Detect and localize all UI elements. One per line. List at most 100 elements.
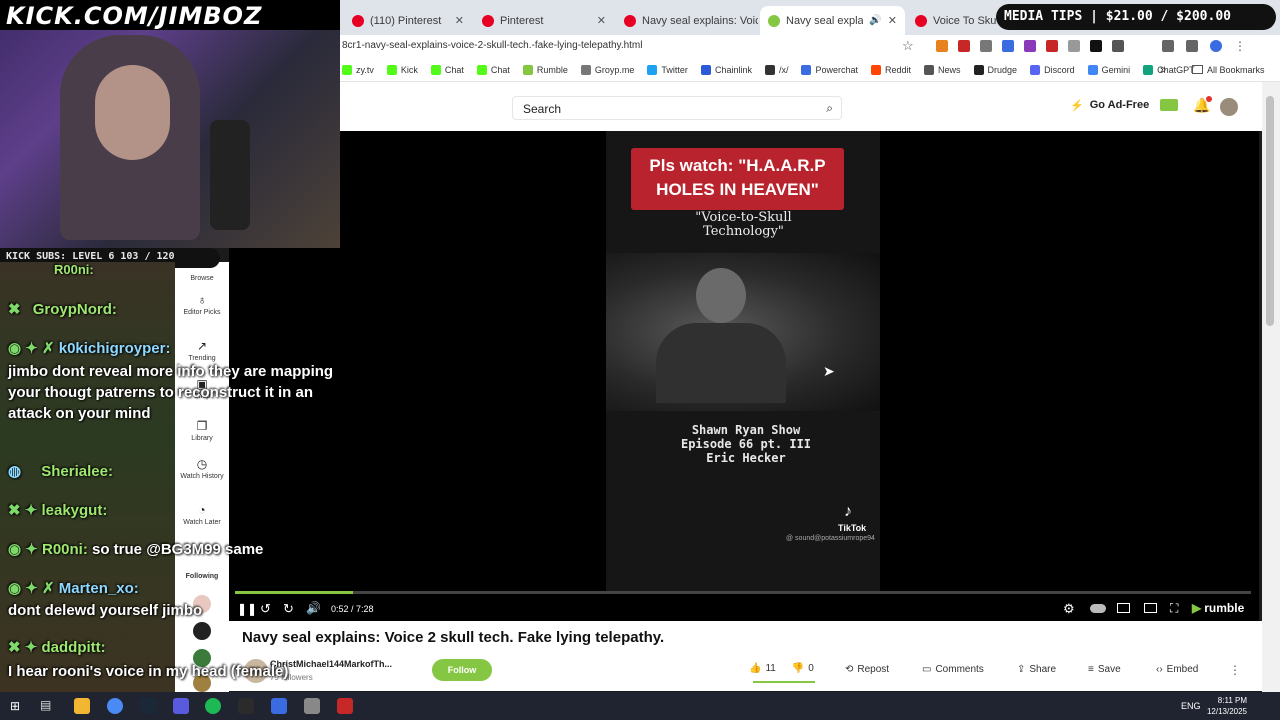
bookmark-item[interactable]: Gemini bbox=[1087, 65, 1130, 75]
upload-video-icon[interactable] bbox=[1160, 99, 1178, 111]
autoplay-toggle[interactable] bbox=[1090, 604, 1106, 613]
follow-button[interactable]: Follow bbox=[432, 659, 492, 681]
bookmark-item[interactable]: Powerchat bbox=[801, 65, 858, 75]
progress-track[interactable] bbox=[235, 591, 1251, 594]
bookmark-item[interactable]: Drudge bbox=[973, 65, 1017, 75]
chat-line: R00ni: bbox=[8, 262, 94, 277]
app-icon[interactable] bbox=[337, 698, 353, 714]
url-text[interactable]: 8cr1-navy-seal-explains-voice-2-skull-te… bbox=[342, 40, 642, 51]
bookmark-icon bbox=[476, 65, 487, 75]
bookmark-item[interactable]: Chat bbox=[430, 65, 464, 75]
thumbs-down-icon[interactable]: 👎 bbox=[792, 663, 804, 674]
bookmark-item[interactable]: Chainlink bbox=[700, 65, 752, 75]
bookmark-item[interactable]: /x/ bbox=[764, 65, 788, 75]
bookmark-item[interactable]: Reddit bbox=[871, 65, 911, 75]
close-icon[interactable]: ✕ bbox=[597, 14, 606, 27]
comments-button[interactable]: ▭ Comments bbox=[922, 664, 984, 675]
chrome-icon[interactable] bbox=[107, 698, 123, 714]
streamer-face bbox=[95, 65, 170, 160]
chat-text: so true @BG3M99 same bbox=[87, 541, 264, 558]
page-scrollbar[interactable] bbox=[1262, 82, 1280, 692]
extension-icon[interactable] bbox=[1046, 40, 1058, 52]
steam-icon[interactable] bbox=[140, 698, 156, 714]
share-button[interactable]: ⇪ Share bbox=[1017, 664, 1056, 675]
bookmark-item[interactable]: Chat bbox=[476, 65, 510, 75]
x-icon[interactable] bbox=[1090, 40, 1102, 52]
address-bar[interactable]: 8cr1-navy-seal-explains-voice-2-skull-te… bbox=[340, 35, 1280, 59]
more-icon[interactable]: ⋮ bbox=[1229, 663, 1241, 677]
chevron-right-icon[interactable]: » bbox=[1160, 64, 1166, 76]
discord-icon[interactable] bbox=[173, 698, 189, 714]
bookmark-item[interactable]: Rumble bbox=[522, 65, 568, 75]
star-icon[interactable]: ☆ bbox=[902, 38, 914, 54]
repost-button[interactable]: ⟲ Repost bbox=[845, 664, 889, 675]
app-icon[interactable] bbox=[304, 698, 320, 714]
bookmark-icon bbox=[522, 65, 533, 75]
app-icon[interactable] bbox=[238, 698, 254, 714]
tab-navy-seal-active[interactable]: Navy seal explains: Voi 🔊 ✕ bbox=[760, 6, 905, 35]
menu-icon[interactable]: ⋮ bbox=[1234, 40, 1246, 52]
tab-pinterest-2[interactable]: Pinterest ✕ bbox=[474, 6, 614, 35]
go-ad-free-button[interactable]: ⚡ Go Ad-Free bbox=[1070, 99, 1149, 112]
language-indicator[interactable]: ENG bbox=[1181, 701, 1201, 711]
extension-icon[interactable] bbox=[1068, 40, 1080, 52]
bookmark-item[interactable]: News bbox=[924, 65, 961, 75]
bookmark-item[interactable]: Groyp.me bbox=[580, 65, 635, 75]
video-credits: Shawn Ryan Show Episode 66 pt. III Eric … bbox=[646, 423, 846, 465]
search-input[interactable]: Search ⌕ bbox=[512, 96, 842, 120]
tab-navy-seal-1[interactable]: Navy seal explains: Voice 2 ✕ bbox=[616, 6, 758, 35]
windows-start-icon[interactable]: ⊞ bbox=[10, 699, 20, 713]
extension-icon[interactable] bbox=[1002, 40, 1014, 52]
metamask-icon[interactable] bbox=[936, 40, 948, 52]
bookmark-item[interactable]: zy.tv bbox=[342, 65, 374, 75]
close-icon[interactable]: ✕ bbox=[888, 14, 897, 27]
pinterest-icon bbox=[915, 14, 927, 27]
bookmark-label: Groyp.me bbox=[594, 65, 635, 75]
pip-icon[interactable] bbox=[1117, 603, 1130, 613]
tab-voice-to-skull[interactable]: Voice To Skull bbox=[907, 6, 997, 35]
save-button[interactable]: ≡ Save bbox=[1088, 664, 1121, 675]
video-player[interactable]: Pls watch: "H.A.A.R.P HOLES IN HEAVEN" "… bbox=[229, 131, 1259, 621]
extension-icon[interactable] bbox=[1024, 40, 1036, 52]
extension-icon[interactable] bbox=[980, 40, 992, 52]
bookmark-item[interactable]: Discord bbox=[1030, 65, 1075, 75]
bookmark-item[interactable]: Kick bbox=[386, 65, 418, 75]
rumble-header: Search ⌕ ⚡ Go Ad-Free 🔔 bbox=[340, 82, 1262, 131]
task-view-icon[interactable]: ▤ bbox=[40, 698, 51, 712]
bookmark-label: zy.tv bbox=[356, 65, 374, 75]
extension-icons bbox=[936, 40, 1124, 52]
clock[interactable]: 8:11 PM 12/13/2025 bbox=[1205, 695, 1247, 717]
bookmark-item[interactable]: ChatGPT bbox=[1143, 65, 1195, 75]
media-icon[interactable] bbox=[1186, 40, 1198, 52]
bookmark-label: Chainlink bbox=[714, 65, 752, 75]
person-body bbox=[656, 323, 786, 403]
extension-icon[interactable] bbox=[958, 40, 970, 52]
avatar[interactable] bbox=[1220, 98, 1238, 116]
sidepanel-icon[interactable] bbox=[1162, 40, 1174, 52]
all-bookmarks[interactable]: All Bookmarks bbox=[1192, 65, 1265, 75]
file-explorer-icon[interactable] bbox=[74, 698, 90, 714]
rumble-logo[interactable]: ▶ rumble bbox=[1192, 601, 1244, 615]
close-icon[interactable]: ✕ bbox=[455, 14, 464, 27]
speaker-icon[interactable]: 🔊 bbox=[869, 15, 881, 26]
scrollbar-thumb[interactable] bbox=[1266, 96, 1274, 326]
embed-button[interactable]: ‹› Embed bbox=[1156, 664, 1198, 675]
app-icon[interactable] bbox=[271, 698, 287, 714]
tab-label: (110) Pinterest bbox=[370, 14, 442, 27]
spotify-icon[interactable] bbox=[205, 698, 221, 714]
fullscreen-icon[interactable]: ⛶ bbox=[1170, 601, 1178, 616]
video-banner: Pls watch: "H.A.A.R.P HOLES IN HEAVEN" bbox=[631, 148, 844, 210]
chat-message: your thougt patrerns to reconstruct it i… bbox=[8, 384, 314, 401]
repost-icon: ⟲ bbox=[845, 664, 854, 675]
thumbs-up-icon[interactable]: 👍 bbox=[749, 663, 761, 674]
puzzle-icon[interactable] bbox=[1112, 40, 1124, 52]
profile-icon[interactable] bbox=[1210, 40, 1222, 52]
search-icon[interactable]: ⌕ bbox=[826, 101, 833, 116]
theater-icon[interactable] bbox=[1144, 603, 1157, 613]
badge-icon: ✖ ✦ bbox=[8, 639, 42, 656]
tab-pinterest-1[interactable]: (110) Pinterest ✕ bbox=[344, 6, 472, 35]
bookmark-label: News bbox=[938, 65, 961, 75]
bookmark-item[interactable]: Twitter bbox=[647, 65, 688, 75]
pinterest-icon bbox=[352, 14, 364, 27]
settings-icon[interactable]: ⚙ bbox=[1063, 601, 1075, 617]
